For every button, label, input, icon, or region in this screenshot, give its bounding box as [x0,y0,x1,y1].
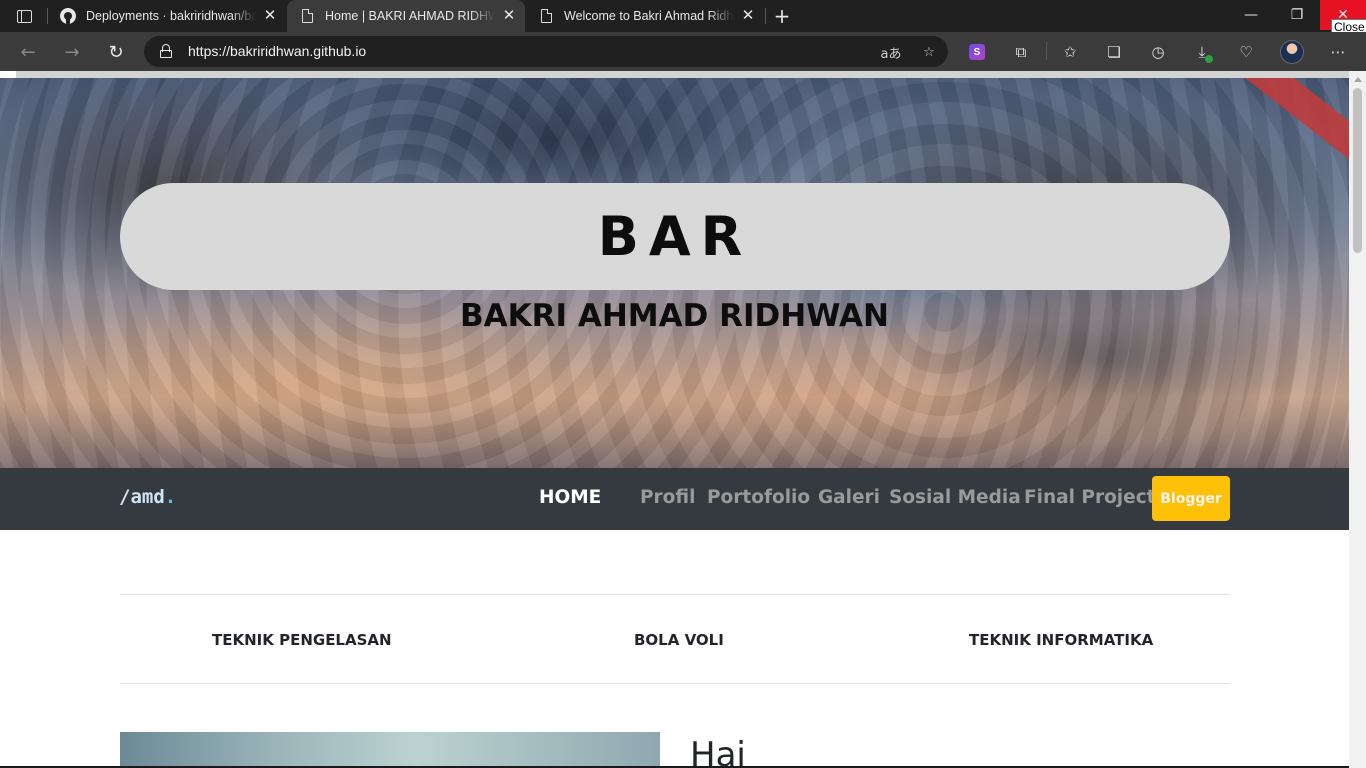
favorites-icon[interactable]: ✩ [1058,40,1082,64]
nav-link-final-project[interactable]: Final Project [1024,487,1156,508]
category-teknik-pengelasan[interactable]: TEKNIK PENGELASAN [212,631,392,649]
intro-heading: Hai [690,735,746,768]
scrollbar-thumb[interactable] [1353,88,1362,253]
tab-title: Welcome to Bakri Ahmad Ridhwan [564,9,734,23]
category-teknik-informatika[interactable]: TEKNIK INFORMATIKA [969,631,1153,649]
close-tab-icon[interactable]: ✕ [260,6,280,26]
page-icon [538,8,554,24]
address-bar[interactable]: https://bakriridhwan.github.io aあ ☆ [144,36,948,67]
tab-home[interactable]: Home | BAKRI AHMAD RIDHWAN ✕ [287,0,525,32]
browser-essentials-icon[interactable]: ♡ [1234,40,1258,64]
tab-deployments[interactable]: Deployments · bakriridhwan/bakriridhwan.… [48,0,286,32]
navbar-brand[interactable]: /amd. [119,486,176,508]
nav-link-profil[interactable]: Profil [640,487,695,508]
history-icon[interactable]: ◷ [1146,40,1170,64]
hero-section: BAR BAKRI AHMAD RIDHWAN [0,78,1349,468]
category-bar: TEKNIK PENGELASAN BOLA VOLI TEKNIK INFOR… [120,594,1230,684]
hero-title: BAR [597,205,753,268]
hero-subtitle: BAKRI AHMAD RIDHWAN [460,298,889,334]
read-aloud-icon[interactable]: aあ [880,41,902,63]
nav-link-portofolio[interactable]: Portofolio [707,487,810,508]
forward-icon[interactable]: → [57,37,87,67]
back-icon[interactable]: ← [13,37,43,67]
refresh-icon[interactable]: ↻ [101,37,131,67]
new-tab-icon[interactable]: + [770,4,794,28]
close-tab-icon[interactable]: ✕ [499,6,519,26]
github-icon [60,8,76,24]
page-viewport: BAR BAKRI AHMAD RIDHWAN /amd. HOME Profi… [0,71,1349,768]
site-navbar: /amd. HOME Profil Portofolio Galeri Sosi… [0,468,1349,530]
minimize-icon[interactable]: — [1228,0,1274,30]
page-scrollbar[interactable] [1349,71,1366,768]
tab-title: Deployments · bakriridhwan/bakriridhwan.… [86,9,256,23]
extensions-icon[interactable]: ⧉ [1009,40,1033,64]
hero-title-pill: BAR [120,183,1230,290]
tab-title: Home | BAKRI AHMAD RIDHWAN [325,9,495,23]
add-favorite-icon[interactable]: ☆ [918,41,940,63]
nav-link-home[interactable]: HOME [539,487,601,508]
tab-strip: Deployments · bakriridhwan/bakriridhwan.… [0,0,1366,32]
downloads-icon[interactable]: ⤓ [1190,40,1214,64]
tab-welcome[interactable]: Welcome to Bakri Ahmad Ridhwan ✕ [526,0,764,32]
url-text[interactable]: https://bakriridhwan.github.io [188,43,366,59]
browser-toolbar: ← → ↻ https://bakriridhwan.github.io aあ … [0,32,1366,71]
profile-photo [120,732,660,768]
category-bola-voli[interactable]: BOLA VOLI [634,631,724,649]
toolbar-separator [1046,42,1047,60]
close-tab-icon[interactable]: ✕ [738,6,758,26]
page-icon [299,8,315,24]
top-divider [16,71,1349,78]
restore-icon[interactable]: ❐ [1274,0,1320,30]
scroll-up-icon[interactable] [1354,77,1362,82]
nav-link-sosial-media[interactable]: Sosial Media [889,487,1021,508]
extension-s-icon[interactable]: S [965,40,989,64]
lock-icon[interactable] [160,44,172,58]
collections-icon[interactable]: ❏ [1102,40,1126,64]
hero-banner-strip [1235,78,1349,163]
tab-separator [765,8,766,24]
nav-link-galeri[interactable]: Galeri [818,487,880,508]
profile-avatar[interactable] [1280,40,1304,64]
tab-actions-icon[interactable] [12,6,36,26]
more-menu-icon[interactable]: ⋯ [1326,40,1350,64]
blogger-button[interactable]: Blogger [1152,476,1230,521]
